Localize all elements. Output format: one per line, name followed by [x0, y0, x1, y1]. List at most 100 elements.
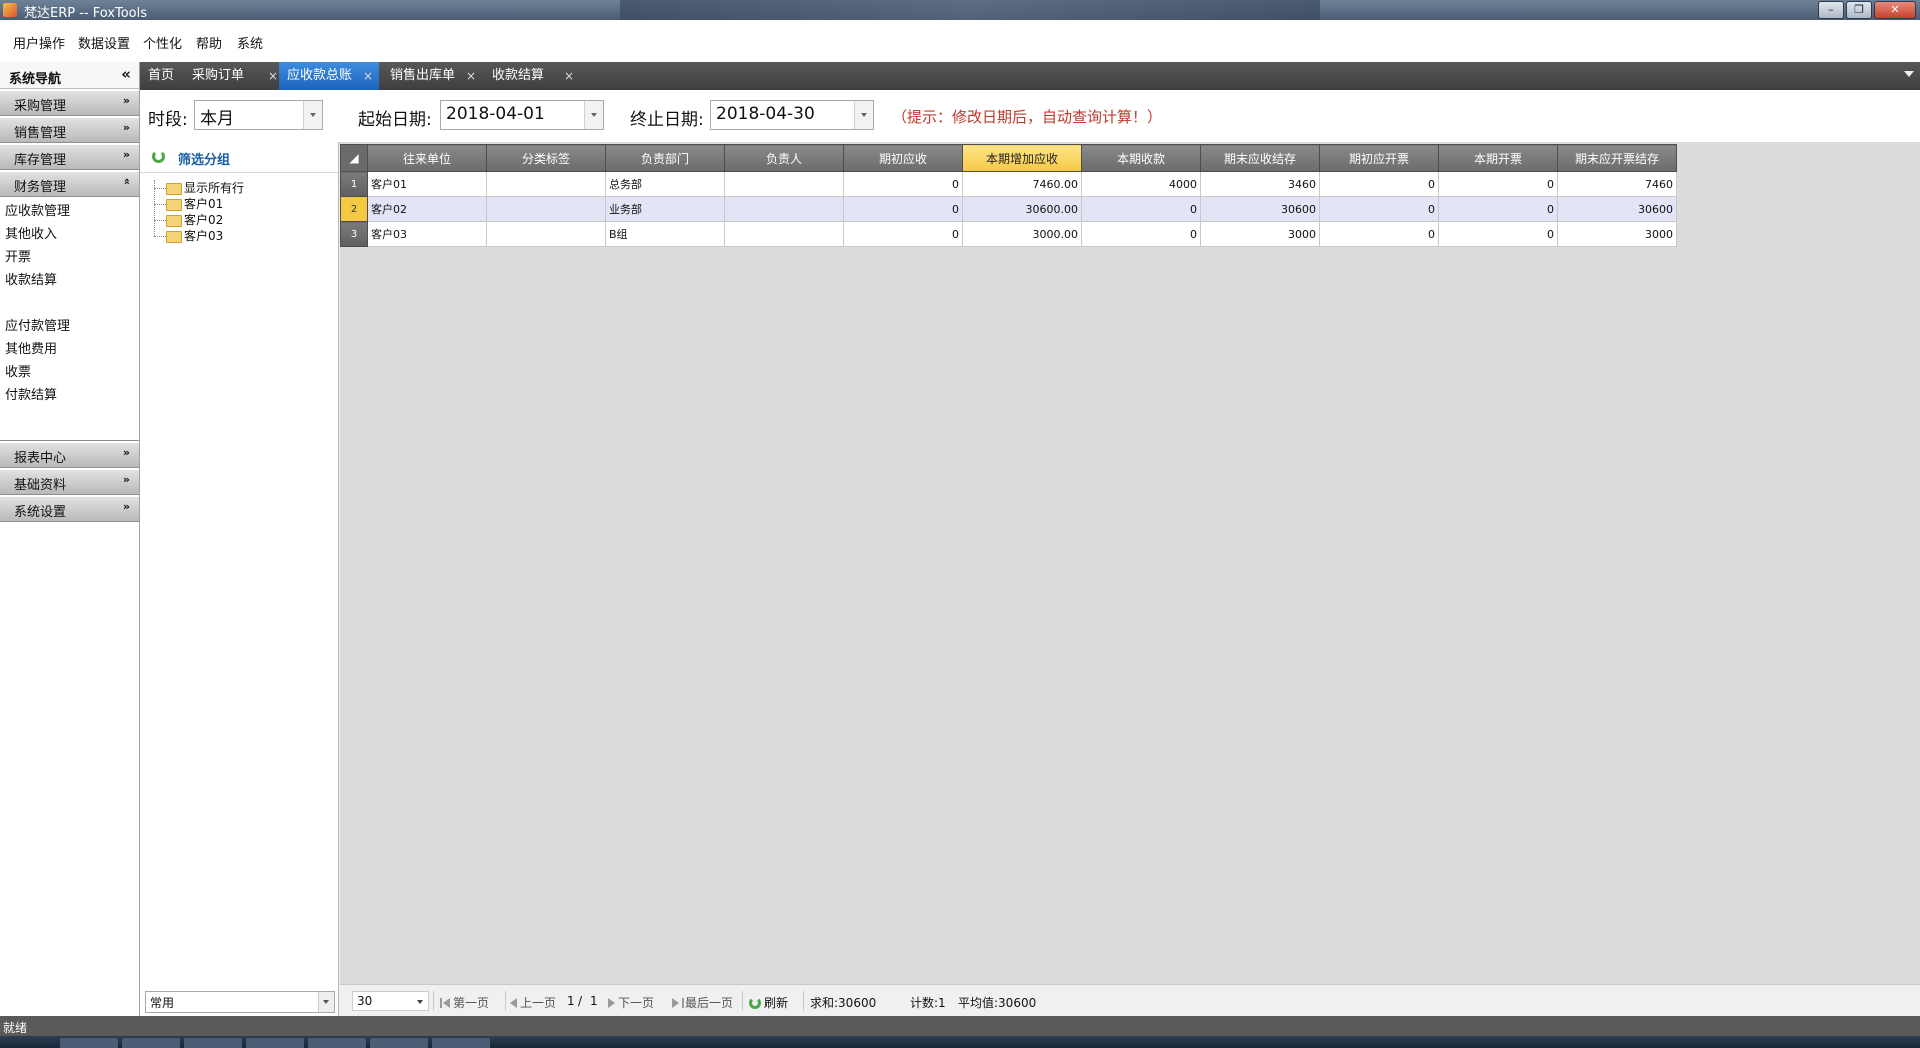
- dropdown-arrow-icon[interactable]: [303, 101, 322, 129]
- column-header[interactable]: 分类标签: [486, 144, 606, 172]
- nav-item-other-income[interactable]: 其他收入: [0, 223, 139, 246]
- table-cell[interactable]: [486, 221, 606, 247]
- nav-group-inventory[interactable]: 库存管理 »: [0, 144, 139, 170]
- table-cell[interactable]: 0: [1438, 171, 1558, 197]
- table-cell[interactable]: 30600: [1557, 196, 1677, 222]
- start-date-picker[interactable]: 2018-04-01: [440, 100, 604, 130]
- table-cell[interactable]: 0: [1081, 221, 1201, 247]
- next-page-button[interactable]: 下一页: [608, 994, 654, 1011]
- tab-close-icon[interactable]: ×: [564, 62, 574, 90]
- tab-collection-settlement[interactable]: 收款结算 ×: [484, 62, 580, 90]
- table-cell[interactable]: 业务部: [605, 196, 725, 222]
- nav-item-payables[interactable]: 应付款管理: [0, 315, 139, 338]
- menu-user-ops[interactable]: 用户操作: [13, 33, 65, 52]
- table-cell[interactable]: 0: [1081, 196, 1201, 222]
- taskbar-button[interactable]: [60, 1038, 118, 1048]
- nav-item-invoicing[interactable]: 开票: [0, 246, 139, 269]
- nav-group-purchase[interactable]: 采购管理 »: [0, 90, 139, 116]
- column-header[interactable]: 负责部门: [605, 144, 725, 172]
- table-cell[interactable]: 0: [1319, 171, 1439, 197]
- current-page[interactable]: 1: [567, 994, 575, 1008]
- nav-group-basic-data[interactable]: 基础资料 »: [0, 469, 139, 495]
- nav-group-finance[interactable]: 财务管理 »: [0, 171, 139, 197]
- restore-icon[interactable]: ❐: [1846, 1, 1872, 19]
- row-number[interactable]: 2: [340, 196, 368, 222]
- column-header[interactable]: 期初应开票: [1319, 144, 1439, 172]
- column-header[interactable]: 期末应开票结存: [1557, 144, 1677, 172]
- end-date-picker[interactable]: 2018-04-30: [710, 100, 874, 130]
- tab-home[interactable]: 首页: [140, 62, 186, 90]
- first-page-button[interactable]: 第一页: [440, 994, 489, 1011]
- nav-item-receivables[interactable]: 应收款管理: [0, 200, 139, 223]
- table-row-selected[interactable]: 2 客户02 业务部 0 30600.00 0 30600 0 0 30600: [340, 196, 1677, 222]
- table-cell[interactable]: 客户02: [367, 196, 487, 222]
- taskbar-button[interactable]: [370, 1038, 428, 1048]
- tree-node-customer[interactable]: 客户01: [152, 196, 244, 212]
- taskbar-button[interactable]: [246, 1038, 304, 1048]
- dropdown-arrow-icon[interactable]: [854, 101, 873, 129]
- table-cell[interactable]: 3000: [1200, 221, 1320, 247]
- tab-sales-outbound[interactable]: 销售出库单 ×: [382, 62, 482, 90]
- last-page-button[interactable]: 最后一页: [672, 994, 733, 1011]
- table-cell[interactable]: [486, 171, 606, 197]
- table-cell[interactable]: 0: [1319, 196, 1439, 222]
- taskbar-button[interactable]: [308, 1038, 366, 1048]
- select-all-corner[interactable]: ◢: [340, 144, 368, 172]
- column-header[interactable]: 本期开票: [1438, 144, 1558, 172]
- table-cell[interactable]: B组: [605, 221, 725, 247]
- tab-receivables-ledger[interactable]: 应收款总账 ×: [279, 62, 379, 90]
- tab-close-icon[interactable]: ×: [363, 62, 373, 90]
- table-cell[interactable]: [486, 196, 606, 222]
- group-scheme-select[interactable]: 常用: [145, 991, 335, 1013]
- refresh-icon[interactable]: [152, 150, 165, 163]
- taskbar-button[interactable]: [184, 1038, 242, 1048]
- nav-group-system-settings[interactable]: 系统设置 »: [0, 496, 139, 522]
- taskbar-button[interactable]: [432, 1038, 490, 1048]
- nav-item-receive-invoice[interactable]: 收票: [0, 361, 139, 384]
- table-cell[interactable]: 3460: [1200, 171, 1320, 197]
- table-cell[interactable]: [724, 171, 844, 197]
- tree-node-customer[interactable]: 客户02: [152, 212, 244, 228]
- table-cell[interactable]: 0: [1438, 196, 1558, 222]
- nav-group-reports[interactable]: 报表中心 »: [0, 442, 139, 468]
- nav-item-other-expenses[interactable]: 其他费用: [0, 338, 139, 361]
- tree-node-all[interactable]: 显示所有行: [152, 180, 244, 196]
- table-cell[interactable]: [724, 221, 844, 247]
- table-cell[interactable]: 0: [843, 221, 963, 247]
- table-cell[interactable]: 客户01: [367, 171, 487, 197]
- table-cell[interactable]: 3000.00: [962, 221, 1082, 247]
- table-cell[interactable]: 30600.00: [962, 196, 1082, 222]
- table-cell[interactable]: 7460.00: [962, 171, 1082, 197]
- table-cell[interactable]: 0: [1319, 221, 1439, 247]
- nav-group-sales[interactable]: 销售管理 »: [0, 117, 139, 143]
- column-header[interactable]: 期末应收结存: [1200, 144, 1320, 172]
- tab-purchase-order[interactable]: 采购订单 ×: [184, 62, 284, 90]
- table-cell[interactable]: 0: [843, 196, 963, 222]
- table-cell[interactable]: 总务部: [605, 171, 725, 197]
- table-cell[interactable]: 0: [1438, 221, 1558, 247]
- tab-list-dropdown-icon[interactable]: [1904, 71, 1914, 77]
- column-header[interactable]: 往来单位: [367, 144, 487, 172]
- refresh-button[interactable]: 刷新: [749, 994, 788, 1011]
- table-row[interactable]: 1 客户01 总务部 0 7460.00 4000 3460 0 0 7460: [340, 171, 1677, 197]
- column-header[interactable]: 本期收款: [1081, 144, 1201, 172]
- nav-item-payment-settlement[interactable]: 付款结算: [0, 384, 139, 407]
- table-row[interactable]: 3 客户03 B组 0 3000.00 0 3000 0 0 3000: [340, 221, 1677, 247]
- table-cell[interactable]: 客户03: [367, 221, 487, 247]
- tab-close-icon[interactable]: ×: [466, 62, 476, 90]
- row-number[interactable]: 3: [340, 221, 368, 247]
- table-cell[interactable]: 4000: [1081, 171, 1201, 197]
- table-cell[interactable]: [724, 196, 844, 222]
- menu-help[interactable]: 帮助: [196, 33, 222, 52]
- minimize-icon[interactable]: –: [1818, 1, 1844, 19]
- taskbar-button[interactable]: [122, 1038, 180, 1048]
- column-header[interactable]: 负责人: [724, 144, 844, 172]
- column-header-selected[interactable]: 本期增加应收: [962, 144, 1082, 172]
- dropdown-arrow-icon[interactable]: [584, 101, 603, 129]
- menu-data-settings[interactable]: 数据设置: [78, 33, 130, 52]
- menu-personalize[interactable]: 个性化: [143, 33, 182, 52]
- row-number[interactable]: 1: [340, 171, 368, 197]
- prev-page-button[interactable]: 上一页: [510, 994, 556, 1011]
- column-header[interactable]: 期初应收: [843, 144, 963, 172]
- tab-close-icon[interactable]: ×: [268, 62, 278, 90]
